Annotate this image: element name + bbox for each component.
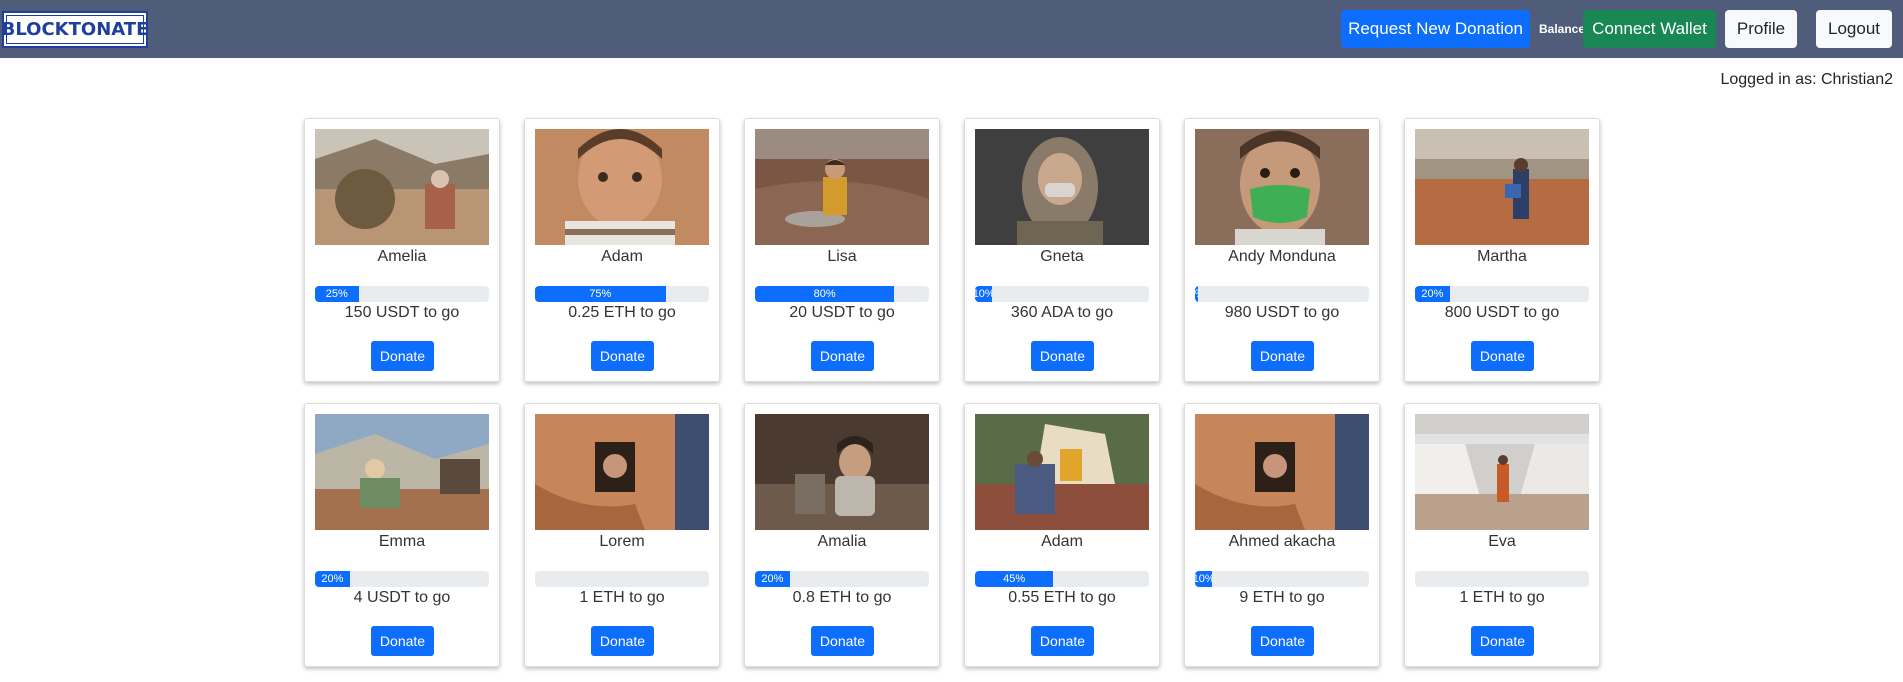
campaign-card: Gneta 10% 360 ADA to go Donate [964, 118, 1160, 382]
amount-remaining: 1 ETH to go [1459, 589, 1545, 606]
donate-button[interactable]: Donate [1031, 626, 1094, 656]
amount-remaining: 4 USDT to go [353, 589, 451, 606]
beneficiary-name: Eva [1488, 533, 1516, 550]
campaign-card: Adam 75% 0.25 ETH to go Donate [524, 118, 720, 382]
site-logo[interactable]: BLOCKTONATE [2, 11, 148, 48]
progress-bar: 80% [755, 286, 895, 302]
progress-bar: 25% [315, 286, 359, 302]
progress-bar: 20% [1415, 286, 1450, 302]
beneficiary-name: Amalia [817, 533, 867, 550]
progress-track: 45% [975, 571, 1149, 587]
campaign-card: Emma 20% 4 USDT to go Donate [304, 403, 500, 667]
donate-button[interactable]: Donate [1031, 341, 1094, 371]
campaign-photo [1195, 129, 1369, 245]
balance-label: Balance: [1539, 22, 1590, 36]
logged-in-status: Logged in as: Christian2 [1720, 71, 1893, 88]
campaign-photo [975, 129, 1149, 245]
progress-track: 75% [535, 286, 709, 302]
progress-bar: 20% [755, 571, 790, 587]
beneficiary-name: Lorem [599, 533, 645, 550]
progress-track: 2% [1195, 286, 1369, 302]
logout-button[interactable]: Logout [1816, 10, 1892, 48]
campaign-photo [1195, 414, 1369, 530]
amount-remaining: 980 USDT to go [1224, 304, 1340, 321]
amount-remaining: 0.55 ETH to go [1008, 589, 1116, 606]
profile-button[interactable]: Profile [1725, 10, 1797, 48]
beneficiary-name: Lisa [827, 248, 857, 265]
campaign-card: Amalia 20% 0.8 ETH to go Donate [744, 403, 940, 667]
beneficiary-name: Martha [1477, 248, 1527, 265]
connect-wallet-button[interactable]: Connect Wallet [1583, 10, 1716, 48]
campaign-photo [535, 414, 709, 530]
beneficiary-name: Ahmed akacha [1228, 533, 1336, 550]
campaign-card: Adam 45% 0.55 ETH to go Donate [964, 403, 1160, 667]
campaign-grid: Amelia 25% 150 USDT to go Donate Adam 75% 0.25… [304, 118, 1600, 667]
donate-button[interactable]: Donate [591, 341, 654, 371]
beneficiary-name: Gneta [1040, 248, 1084, 265]
campaign-card: Andy Monduna 2% 980 USDT to go Donate [1184, 118, 1380, 382]
amount-remaining: 150 USDT to go [344, 304, 460, 321]
progress-track: 20% [1415, 286, 1589, 302]
campaign-photo [755, 129, 929, 245]
progress-track: 20% [755, 571, 929, 587]
amount-remaining: 0.25 ETH to go [568, 304, 676, 321]
logo-text: BLOCKTONATE [2, 15, 148, 44]
campaign-card: Lorem 1 ETH to go Donate [524, 403, 720, 667]
campaign-photo [315, 129, 489, 245]
beneficiary-name: Emma [378, 533, 426, 550]
progress-track: 80% [755, 286, 929, 302]
beneficiary-name: Adam [601, 248, 643, 265]
campaign-photo [1415, 414, 1589, 530]
progress-track: 20% [315, 571, 489, 587]
progress-bar: 10% [1195, 571, 1213, 587]
request-new-donation-button[interactable]: Request New Donation [1341, 10, 1530, 48]
amount-remaining: 9 ETH to go [1239, 589, 1325, 606]
amount-remaining: 1 ETH to go [579, 589, 665, 606]
amount-remaining: 800 USDT to go [1444, 304, 1560, 321]
donate-button[interactable]: Donate [1251, 341, 1314, 371]
campaign-photo [975, 414, 1149, 530]
progress-bar: 2% [1195, 286, 1199, 302]
donate-button[interactable]: Donate [811, 626, 874, 656]
donate-button[interactable]: Donate [1251, 626, 1314, 656]
beneficiary-name: Andy Monduna [1228, 248, 1336, 265]
progress-track: 25% [315, 286, 489, 302]
campaign-photo [1415, 129, 1589, 245]
beneficiary-name: Amelia [377, 248, 427, 265]
campaign-photo [535, 129, 709, 245]
beneficiary-name: Adam [1041, 533, 1083, 550]
campaign-card: Lisa 80% 20 USDT to go Donate [744, 118, 940, 382]
progress-track [1415, 571, 1589, 587]
donate-button[interactable]: Donate [371, 626, 434, 656]
progress-bar: 75% [535, 286, 666, 302]
navbar: BLOCKTONATE Request New Donation Balance… [0, 0, 1903, 58]
progress-track: 10% [975, 286, 1149, 302]
donate-button[interactable]: Donate [811, 341, 874, 371]
amount-remaining: 20 USDT to go [789, 304, 895, 321]
progress-track [535, 571, 709, 587]
donate-button[interactable]: Donate [1471, 626, 1534, 656]
campaign-card: Amelia 25% 150 USDT to go Donate [304, 118, 500, 382]
donate-button[interactable]: Donate [591, 626, 654, 656]
campaign-photo [315, 414, 489, 530]
campaign-card: Eva 1 ETH to go Donate [1404, 403, 1600, 667]
campaign-card: Martha 20% 800 USDT to go Donate [1404, 118, 1600, 382]
amount-remaining: 360 ADA to go [1010, 304, 1114, 321]
progress-bar: 20% [315, 571, 350, 587]
progress-bar: 10% [975, 286, 993, 302]
donate-button[interactable]: Donate [1471, 341, 1534, 371]
donate-button[interactable]: Donate [371, 341, 434, 371]
progress-bar: 45% [975, 571, 1054, 587]
campaign-card: Ahmed akacha 10% 9 ETH to go Donate [1184, 403, 1380, 667]
amount-remaining: 0.8 ETH to go [792, 589, 892, 606]
progress-track: 10% [1195, 571, 1369, 587]
campaign-photo [755, 414, 929, 530]
